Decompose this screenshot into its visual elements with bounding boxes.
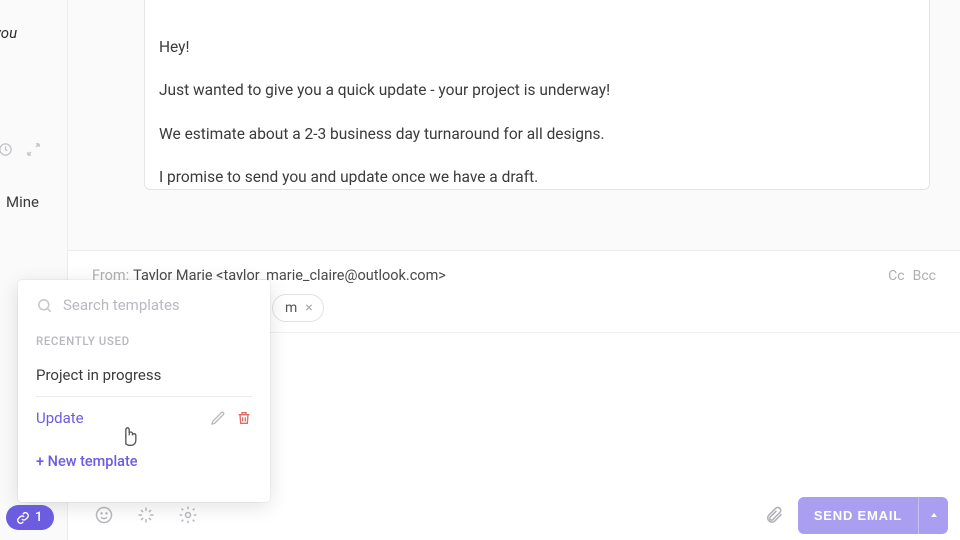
link-count-pill[interactable]: 1 bbox=[6, 505, 54, 530]
template-item[interactable]: Update bbox=[18, 397, 270, 439]
left-italic-text: you bbox=[0, 24, 17, 42]
tab-mine[interactable]: Mine bbox=[6, 193, 39, 211]
recipient-chip[interactable]: m × bbox=[272, 294, 324, 322]
gear-icon[interactable] bbox=[178, 505, 198, 525]
template-item-name: Project in progress bbox=[36, 366, 252, 384]
template-search-input[interactable]: Search templates bbox=[18, 296, 270, 326]
emoji-icon[interactable] bbox=[94, 505, 114, 525]
sparkle-icon[interactable] bbox=[136, 505, 156, 525]
expand-icon[interactable] bbox=[26, 142, 41, 161]
recipient-chip-text: m bbox=[285, 300, 297, 316]
template-delete-icon[interactable] bbox=[236, 410, 252, 426]
template-search-placeholder: Search templates bbox=[63, 296, 180, 314]
send-dropdown-icon[interactable] bbox=[918, 497, 948, 534]
template-section-label: RECENTLY USED bbox=[18, 326, 270, 354]
message-line: We estimate about a 2-3 business day tur… bbox=[159, 123, 915, 146]
template-item-name: Update bbox=[36, 409, 200, 427]
link-icon bbox=[16, 511, 30, 525]
templates-popover: Search templates RECENTLY USED Project i… bbox=[18, 280, 270, 502]
message-line: Hey! bbox=[159, 36, 915, 59]
attachment-icon[interactable] bbox=[764, 505, 784, 525]
link-count: 1 bbox=[35, 510, 42, 525]
template-edit-icon[interactable] bbox=[210, 410, 226, 426]
clock-icon[interactable] bbox=[0, 142, 13, 161]
message-line: Just wanted to give you a quick update -… bbox=[159, 79, 915, 102]
chip-remove-icon[interactable]: × bbox=[305, 300, 312, 316]
cc-button[interactable]: Cc bbox=[888, 268, 904, 284]
new-template-button[interactable]: + New template bbox=[18, 439, 270, 472]
bcc-button[interactable]: Bcc bbox=[913, 268, 936, 284]
send-email-button[interactable]: SEND EMAIL bbox=[798, 497, 918, 534]
template-item[interactable]: Project in progress bbox=[18, 354, 270, 396]
cursor-icon bbox=[120, 426, 140, 452]
message-line: I promise to send you and update once we… bbox=[159, 166, 915, 189]
message-body-card: Hey! Just wanted to give you a quick upd… bbox=[144, 0, 930, 190]
search-icon bbox=[36, 297, 53, 314]
